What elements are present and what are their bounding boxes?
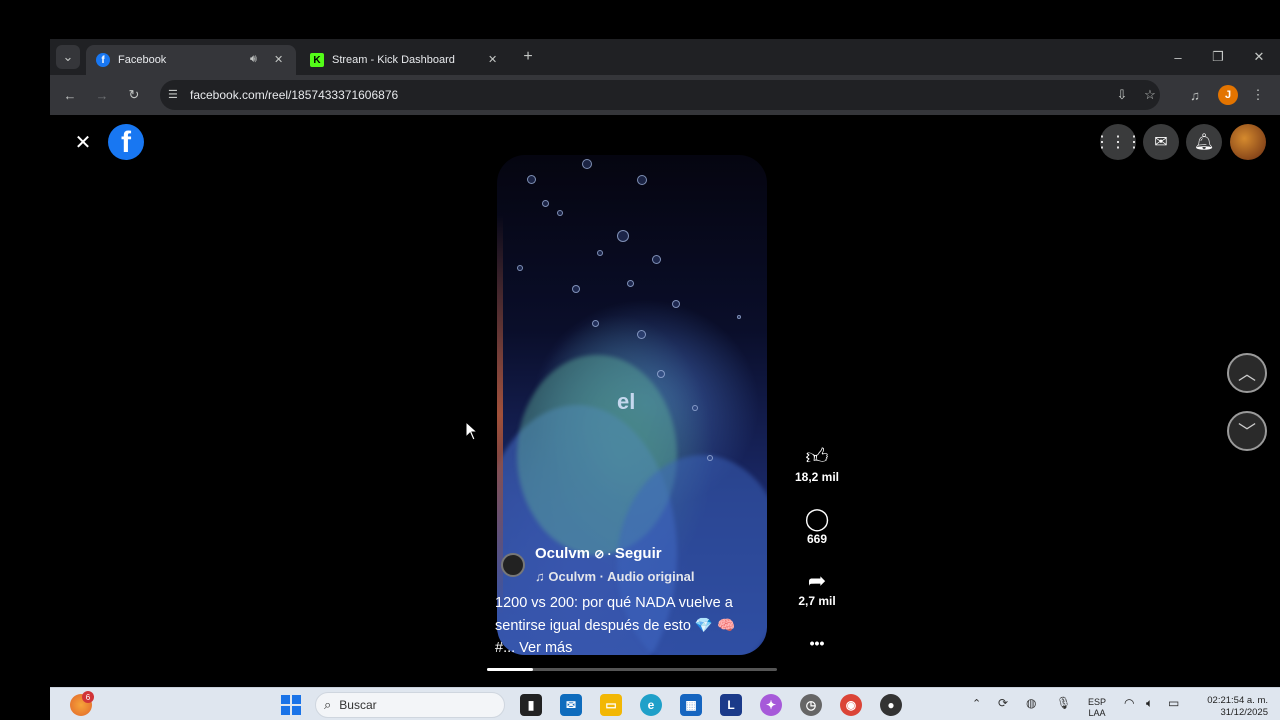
obs-icon[interactable]: ● <box>880 694 902 716</box>
clock-date: 31/12/2025 <box>1220 707 1268 718</box>
verified-icon: ⊘ · <box>594 547 615 561</box>
facebook-reel-page: ✕ f ⋮⋮⋮ ✉ 🔔︎ el Oculvm ⊘ · Seguir ♫ Ocul… <box>50 115 1280 687</box>
mouse-cursor-icon <box>465 421 479 441</box>
facebook-favicon-icon: f <box>96 53 110 67</box>
volume-icon[interactable]: 🔈︎ <box>1146 696 1153 711</box>
account-avatar[interactable] <box>1230 124 1266 160</box>
author-line: Oculvm ⊘ · Seguir <box>535 545 662 562</box>
minimize-button[interactable]: – <box>1166 45 1190 69</box>
caption-line: 1200 vs 200: por qué NADA vuelve a <box>495 595 733 611</box>
search-icon: ⌕ <box>324 697 332 712</box>
language-indicator[interactable]: ESP LAA <box>1088 697 1106 719</box>
browser-toolbar: ← → ↻ ☰ facebook.com/reel/18574333716068… <box>50 75 1280 115</box>
windows-taskbar: 6 ⌕ Buscar ▮ ✉ ▭ e ▦ L ✦ ◷ ◉ ● ⌃ ⟳ ◍ 🎙︎ … <box>50 687 1280 720</box>
timer-app-icon[interactable]: ◷ <box>800 694 822 716</box>
clock-time: 02:21:54 a. m. <box>1207 695 1268 706</box>
task-view-icon[interactable]: ▮ <box>520 694 542 716</box>
messenger-icon[interactable]: ✉ <box>1143 124 1179 160</box>
chevron-down-icon: ﹀ <box>1238 422 1256 442</box>
tab-title: Stream - Kick Dashboard <box>332 54 455 66</box>
back-icon[interactable]: ← <box>60 85 80 105</box>
like-action[interactable]: 👍︎ 18,2 mil <box>787 444 847 484</box>
new-tab-button[interactable]: + <box>518 47 538 67</box>
battery-icon[interactable]: ▭ <box>1168 696 1179 710</box>
store-icon[interactable]: ▦ <box>680 694 702 716</box>
start-button[interactable] <box>281 695 301 715</box>
install-app-icon[interactable]: ⇩ <box>1112 85 1132 105</box>
bookmark-star-icon[interactable]: ☆ <box>1140 85 1160 105</box>
browser-window: ⌄ f Facebook 🔊︎ ✕ K Stream - Kick Dashbo… <box>50 39 1280 687</box>
profile-avatar[interactable]: J <box>1218 85 1238 105</box>
taskbar-search[interactable]: ⌕ Buscar <box>315 692 505 718</box>
window-close-button[interactable]: ✕ <box>1247 45 1271 69</box>
speaker-icon[interactable]: 🔊︎ <box>250 53 257 66</box>
facebook-logo[interactable]: f <box>108 124 144 160</box>
tray-sync-icon[interactable]: ⟳ <box>998 696 1008 710</box>
widgets-badge: 6 <box>82 691 94 703</box>
like-count: 18,2 mil <box>794 470 840 484</box>
comment-action[interactable]: ◯ 669 <box>787 506 847 546</box>
address-bar[interactable]: ☰ facebook.com/reel/1857433371606876 <box>160 80 1160 110</box>
left-edge-glow <box>497 215 503 615</box>
search-placeholder: Buscar <box>339 698 377 712</box>
wifi-icon[interactable]: ◠ <box>1124 696 1134 710</box>
clock[interactable]: 02:21:54 a. m. 31/12/2025 <box>1188 695 1268 719</box>
kick-favicon-icon: K <box>310 53 324 67</box>
lang-code: ESP <box>1088 697 1107 707</box>
share-action[interactable]: ➦ 2,7 mil <box>787 568 847 608</box>
tab-search-button[interactable]: ⌄ <box>56 45 80 69</box>
forward-icon[interactable]: → <box>92 85 112 105</box>
video-overlay-word: el <box>617 389 636 414</box>
apps-grid-icon[interactable]: ⋮⋮⋮ <box>1094 124 1142 160</box>
chevron-up-icon: ︿ <box>1238 364 1256 384</box>
copilot-icon[interactable]: ✦ <box>760 694 782 716</box>
next-reel-button[interactable]: ﹀ <box>1227 411 1267 451</box>
file-explorer-icon[interactable]: ▭ <box>600 694 622 716</box>
tab-title: Facebook <box>118 54 167 66</box>
author-name[interactable]: Oculvm <box>535 545 590 562</box>
restore-button[interactable]: ❐ <box>1206 45 1230 69</box>
close-reel-button[interactable]: ✕ <box>70 129 96 155</box>
more-options-button[interactable]: ••• <box>787 635 847 651</box>
caption-line: sentirse igual después de esto 💎 🧠 <box>495 617 736 634</box>
tab-kick[interactable]: K Stream - Kick Dashboard ✕ <box>300 45 510 75</box>
share-arrow-icon: ➦ <box>807 568 827 593</box>
previous-reel-button[interactable]: ︿ <box>1227 353 1267 393</box>
like-thumb-icon: 👍︎ <box>805 444 829 469</box>
tab-facebook[interactable]: f Facebook 🔊︎ ✕ <box>86 45 296 75</box>
tab-close-icon[interactable]: ✕ <box>488 53 497 66</box>
site-info-icon[interactable]: ☰ <box>168 88 178 101</box>
l-app-icon[interactable]: L <box>720 694 742 716</box>
tab-close-icon[interactable]: ✕ <box>274 53 283 66</box>
media-controls-icon[interactable]: ♫ <box>1185 85 1205 105</box>
menu-kebab-icon[interactable]: ⋮ <box>1248 85 1268 105</box>
tab-strip: ⌄ f Facebook 🔊︎ ✕ K Stream - Kick Dashbo… <box>50 39 1280 75</box>
comment-bubble-icon: ◯ <box>804 506 830 531</box>
edge-icon[interactable]: e <box>640 694 662 716</box>
share-count: 2,7 mil <box>798 594 836 608</box>
tray-chevron-icon[interactable]: ⌃ <box>972 697 981 710</box>
url-text: facebook.com/reel/1857433371606876 <box>190 88 399 102</box>
follow-link[interactable]: Seguir <box>615 545 662 562</box>
comment-count: 669 <box>806 532 828 546</box>
lang-layout: LAA <box>1088 708 1106 718</box>
microphone-icon[interactable]: 🎙︎ <box>1056 696 1071 710</box>
audio-label[interactable]: ♫ Oculvm · Audio original <box>535 569 695 584</box>
progress-bar[interactable] <box>487 668 777 671</box>
tray-app-icon[interactable]: ◍ <box>1026 696 1036 710</box>
caption-see-more[interactable]: #... Ver más <box>495 637 785 660</box>
reel-caption: 1200 vs 200: por qué NADA vuelve a senti… <box>495 592 785 660</box>
progress-fill <box>487 668 534 671</box>
reload-icon[interactable]: ↻ <box>124 85 144 105</box>
outlook-icon[interactable]: ✉ <box>560 694 582 716</box>
author-avatar[interactable] <box>501 553 525 577</box>
notifications-bell-icon[interactable]: 🔔︎ <box>1186 124 1222 160</box>
chrome-icon[interactable]: ◉ <box>840 694 862 716</box>
